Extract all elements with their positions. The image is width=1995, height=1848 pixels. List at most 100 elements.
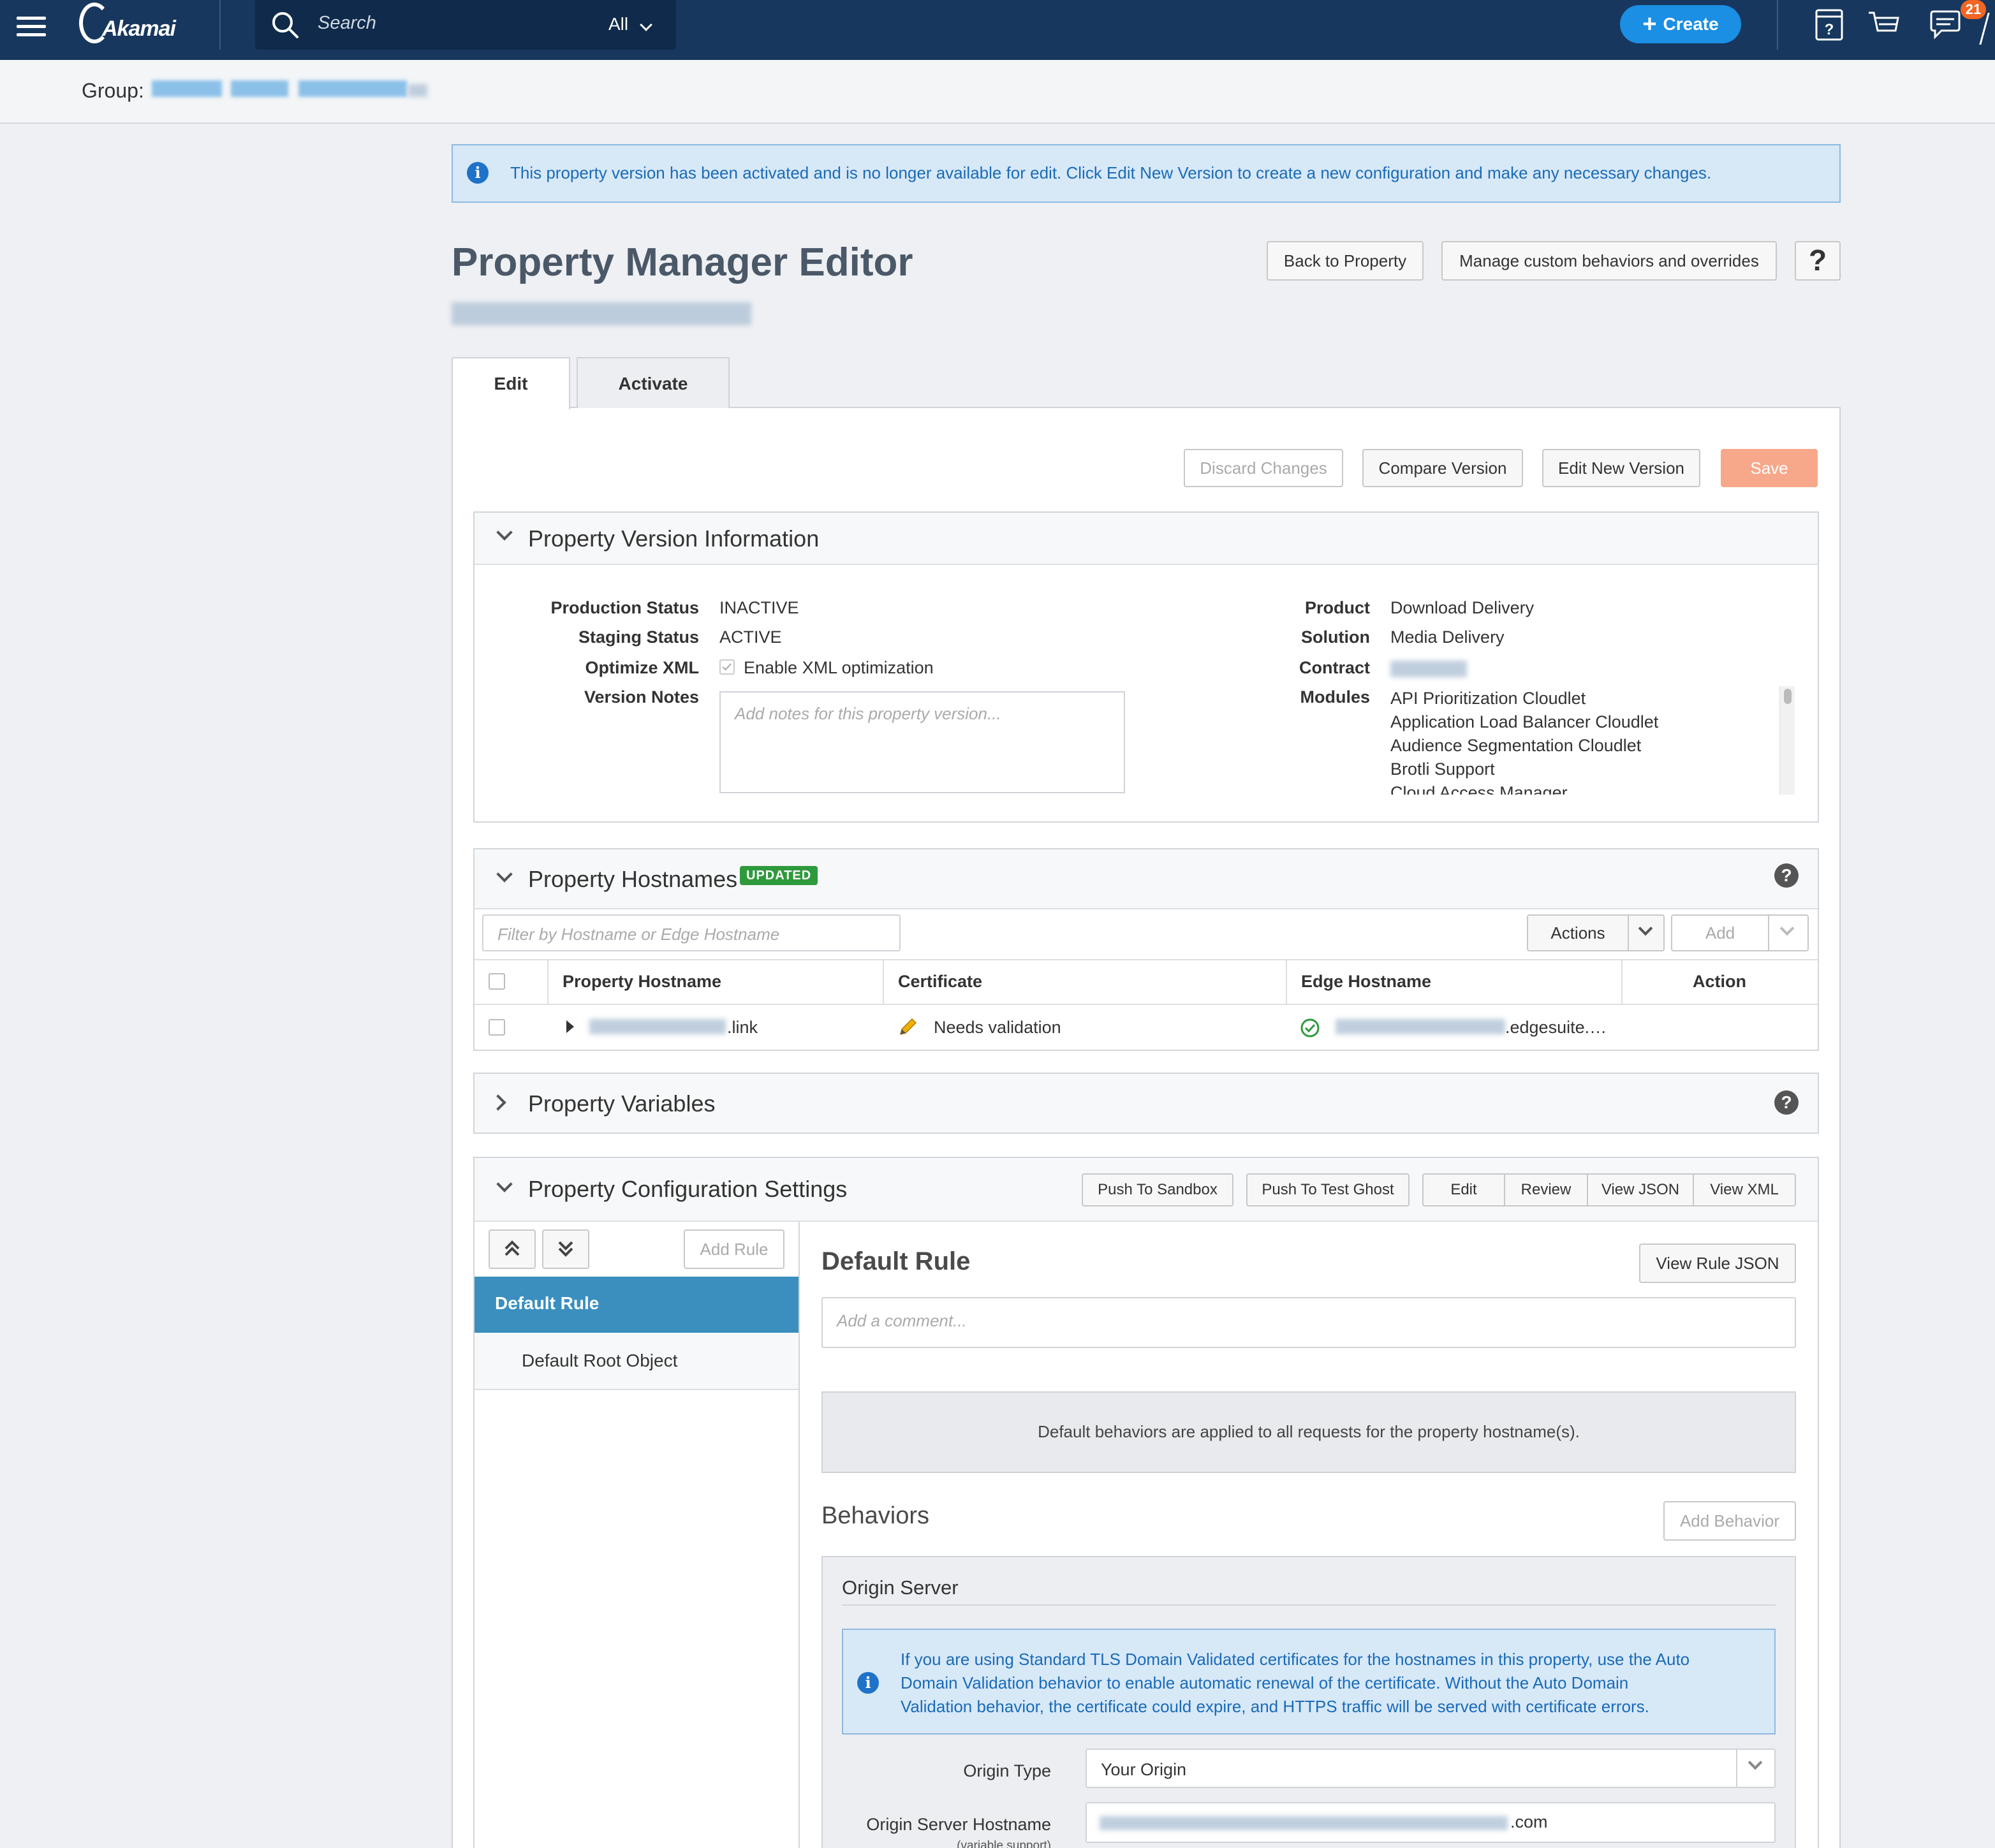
module-item: Cloud Access Manager bbox=[1390, 783, 1568, 795]
group-name-redacted[interactable] bbox=[152, 80, 222, 97]
tab-activate[interactable]: Activate bbox=[577, 357, 730, 408]
chevron-right-icon[interactable] bbox=[490, 1094, 506, 1111]
contract-label: Contract bbox=[1299, 658, 1370, 677]
origin-hostname-input[interactable]: .com bbox=[1086, 1802, 1776, 1843]
add-hostname-button[interactable]: Add bbox=[1671, 914, 1769, 951]
push-to-sandbox-button[interactable]: Push To Sandbox bbox=[1082, 1173, 1233, 1206]
certificate-status: Needs validation bbox=[934, 1018, 1061, 1037]
group-name-redacted[interactable] bbox=[298, 80, 407, 97]
card-divider bbox=[842, 1604, 1776, 1606]
actions-button[interactable]: Actions bbox=[1527, 914, 1629, 951]
column-separator bbox=[1286, 959, 1287, 1004]
origin-type-value: Your Origin bbox=[1101, 1760, 1187, 1779]
hostname-suffix: .link bbox=[727, 1018, 758, 1037]
add-behavior-button[interactable]: Add Behavior bbox=[1663, 1501, 1796, 1541]
plus-icon: + bbox=[1642, 11, 1657, 38]
scrollbar-thumb[interactable] bbox=[1784, 689, 1792, 704]
version-info-title: Property Version Information bbox=[528, 525, 820, 552]
collapse-all-button[interactable] bbox=[489, 1229, 536, 1269]
expand-row-icon[interactable] bbox=[566, 1020, 574, 1033]
version-info-header[interactable]: Property Version Information bbox=[475, 513, 1818, 565]
version-notes-placeholder: Add notes for this property version... bbox=[735, 704, 1001, 723]
select-toggle[interactable] bbox=[1736, 1750, 1774, 1787]
help-icon[interactable]: ? bbox=[1774, 1090, 1799, 1115]
hostnames-header[interactable]: Property Hostnames UPDATED ? bbox=[475, 849, 1818, 909]
column-header-certificate[interactable]: Certificate bbox=[898, 972, 982, 992]
column-header-hostname[interactable]: Property Hostname bbox=[563, 972, 721, 992]
save-button[interactable]: Save bbox=[1721, 449, 1818, 487]
optimize-xml-label: Optimize XML bbox=[585, 658, 699, 677]
edge-hostname-suffix: .edgesuite.… bbox=[1505, 1018, 1607, 1037]
optimize-xml-value: Enable XML optimization bbox=[744, 658, 934, 677]
nav-divider bbox=[1777, 0, 1778, 50]
view-mode-edit[interactable]: Edit bbox=[1422, 1173, 1505, 1206]
select-all-checkbox[interactable] bbox=[489, 973, 505, 990]
tls-info-line: Domain Validation behavior to enable aut… bbox=[901, 1673, 1629, 1692]
pencil-icon[interactable] bbox=[897, 1016, 918, 1038]
akamai-logo[interactable]: Akamai bbox=[79, 3, 194, 47]
edge-hostname-redacted bbox=[1336, 1019, 1505, 1034]
solution-label: Solution bbox=[1301, 627, 1370, 647]
view-mode-xml[interactable]: View XML bbox=[1693, 1173, 1796, 1206]
chevron-down-icon[interactable] bbox=[496, 1176, 513, 1192]
actions-dropdown-toggle[interactable] bbox=[1628, 914, 1665, 951]
discard-changes-button[interactable]: Discard Changes bbox=[1184, 449, 1343, 487]
rule-default-root-object[interactable]: Default Root Object bbox=[475, 1334, 799, 1390]
property-name-redacted bbox=[452, 302, 751, 325]
tab-edit[interactable]: Edit bbox=[452, 357, 570, 409]
group-name-redacted bbox=[408, 84, 427, 97]
column-separator bbox=[883, 959, 884, 1004]
hamburger-menu-icon[interactable] bbox=[17, 11, 47, 47]
compare-version-button[interactable]: Compare Version bbox=[1362, 449, 1523, 487]
manage-custom-behaviors-button[interactable]: Manage custom behaviors and overrides bbox=[1441, 241, 1777, 281]
search-scope-select[interactable]: All bbox=[608, 14, 628, 34]
banner-text: This property version has been activated… bbox=[510, 163, 1712, 182]
tls-info-line: Validation behavior, the certificate cou… bbox=[901, 1697, 1649, 1716]
back-to-property-button[interactable]: Back to Property bbox=[1267, 241, 1424, 281]
module-item: Brotli Support bbox=[1390, 759, 1495, 779]
version-notes-textarea[interactable]: Add notes for this property version... bbox=[719, 691, 1125, 793]
add-dropdown-toggle[interactable] bbox=[1768, 914, 1809, 951]
chevron-down-icon[interactable] bbox=[496, 524, 513, 541]
view-rule-json-button[interactable]: View Rule JSON bbox=[1639, 1243, 1796, 1283]
messages-icon[interactable] bbox=[1927, 6, 1963, 42]
edit-new-version-button[interactable]: Edit New Version bbox=[1542, 449, 1700, 487]
origin-type-select[interactable]: Your Origin bbox=[1086, 1749, 1776, 1788]
modules-list: API Prioritization Cloudlet Application … bbox=[1390, 686, 1773, 795]
chevron-down-icon[interactable] bbox=[496, 866, 513, 883]
check-circle-icon bbox=[1300, 1018, 1320, 1038]
updated-badge: UPDATED bbox=[740, 866, 818, 885]
solution-value: Media Delivery bbox=[1390, 627, 1505, 647]
hostname-filter-input[interactable]: Filter by Hostname or Edge Hostname bbox=[482, 914, 901, 951]
view-mode-review[interactable]: Review bbox=[1504, 1173, 1588, 1206]
expand-all-button[interactable] bbox=[542, 1229, 589, 1269]
help-center-icon[interactable]: ? bbox=[1811, 6, 1847, 42]
help-button[interactable]: ? bbox=[1795, 241, 1841, 281]
push-to-test-ghost-button[interactable]: Push To Test Ghost bbox=[1246, 1173, 1410, 1206]
row-checkbox[interactable] bbox=[489, 1019, 505, 1036]
column-header-edge-hostname[interactable]: Edge Hostname bbox=[1301, 972, 1431, 992]
modules-scrollbar[interactable] bbox=[1779, 686, 1795, 795]
help-icon[interactable]: ? bbox=[1774, 863, 1799, 888]
optimize-xml-checkbox[interactable] bbox=[719, 659, 735, 675]
column-header-action: Action bbox=[1693, 972, 1746, 991]
origin-hostname-sublabel: (variable support) bbox=[957, 1839, 1051, 1848]
search-input[interactable]: Search bbox=[318, 13, 376, 34]
create-button[interactable]: + Create bbox=[1620, 5, 1741, 43]
svg-text:?: ? bbox=[1825, 21, 1834, 38]
group-name-redacted[interactable] bbox=[231, 80, 288, 97]
cart-icon[interactable] bbox=[1866, 6, 1902, 42]
rule-default[interactable]: Default Rule bbox=[475, 1277, 799, 1333]
search-icon bbox=[272, 12, 298, 38]
hostnames-title: Property Hostnames bbox=[528, 866, 738, 892]
default-behaviors-note: Default behaviors are applied to all req… bbox=[821, 1391, 1796, 1473]
add-rule-button[interactable]: Add Rule bbox=[684, 1229, 784, 1269]
view-mode-json[interactable]: View JSON bbox=[1587, 1173, 1694, 1206]
group-label: Group: bbox=[82, 79, 144, 102]
rule-comment-input[interactable]: Add a comment... bbox=[821, 1297, 1796, 1348]
origin-server-title: Origin Server bbox=[842, 1576, 959, 1599]
product-value: Download Delivery bbox=[1390, 598, 1535, 617]
variables-section[interactable]: Property Variables ? bbox=[473, 1073, 1819, 1134]
module-item: Audience Segmentation Cloudlet bbox=[1390, 736, 1642, 755]
variables-title: Property Variables bbox=[528, 1090, 716, 1117]
